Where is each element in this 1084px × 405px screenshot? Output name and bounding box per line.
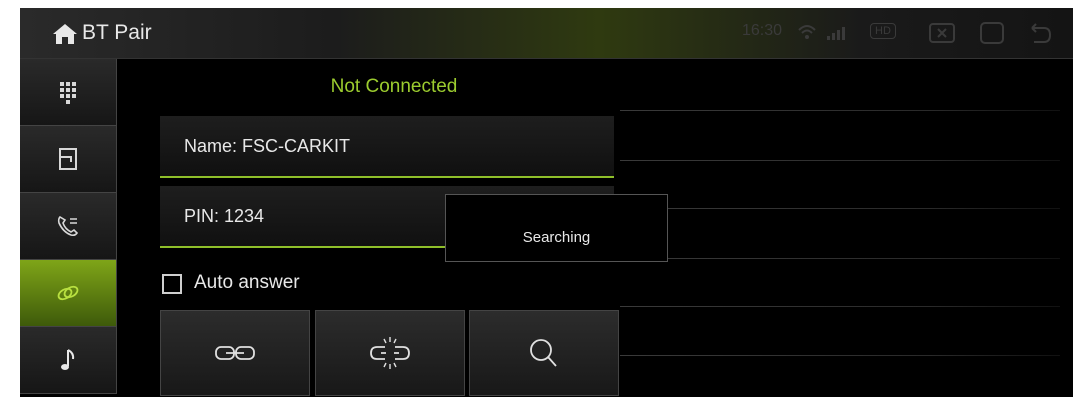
back-icon[interactable] [1026,20,1054,46]
list-divider [620,208,1060,209]
auto-answer-label[interactable]: Auto answer [194,272,300,294]
disconnect-button[interactable] [315,310,465,396]
home-icon[interactable] [52,23,78,45]
hd-badge: HD [870,23,896,39]
pin-label: PIN: 1234 [184,206,265,226]
contacts-icon [59,148,77,170]
device-name-label: Name: FSC-CARKIT [184,136,351,156]
list-divider [620,160,1060,161]
device-name-field[interactable]: Name: FSC-CARKIT [160,116,614,178]
sidebar-item-keypad[interactable] [20,59,117,126]
connection-status: Not Connected [330,76,458,97]
list-divider [620,110,1060,111]
list-divider [620,258,1060,259]
connect-button[interactable] [160,310,310,396]
link-icon [57,285,79,301]
search-icon [530,339,557,367]
call-log-icon [57,215,79,237]
top-bar: BT Pair 16:30 HD [20,8,1073,59]
wifi-icon [798,25,816,39]
music-note-icon [61,349,75,370]
auto-answer-checkbox[interactable] [162,274,182,294]
signal-icon [827,27,845,40]
sidebar-item-contacts[interactable] [20,126,117,193]
app-title: BT Pair [82,21,152,44]
clock: 16:30 [742,22,783,39]
searching-text: Searching [522,229,591,246]
list-divider [620,306,1060,307]
sidebar-item-pairing[interactable] [20,260,117,327]
sidebar-item-music[interactable] [20,327,117,394]
searching-popup: Searching [445,194,668,262]
sidebar-item-call-log[interactable] [20,193,117,260]
bt-pair-screen: BT Pair 16:30 HD Not Connected Name: FSC… [20,8,1073,397]
list-divider [620,355,1060,356]
link-icon [215,346,255,360]
unlink-icon [370,337,410,369]
sidebar [20,59,117,397]
screenshot-icon[interactable] [928,20,956,46]
keypad-icon [60,82,76,104]
window-icon[interactable] [978,20,1006,46]
search-button[interactable] [469,310,619,396]
